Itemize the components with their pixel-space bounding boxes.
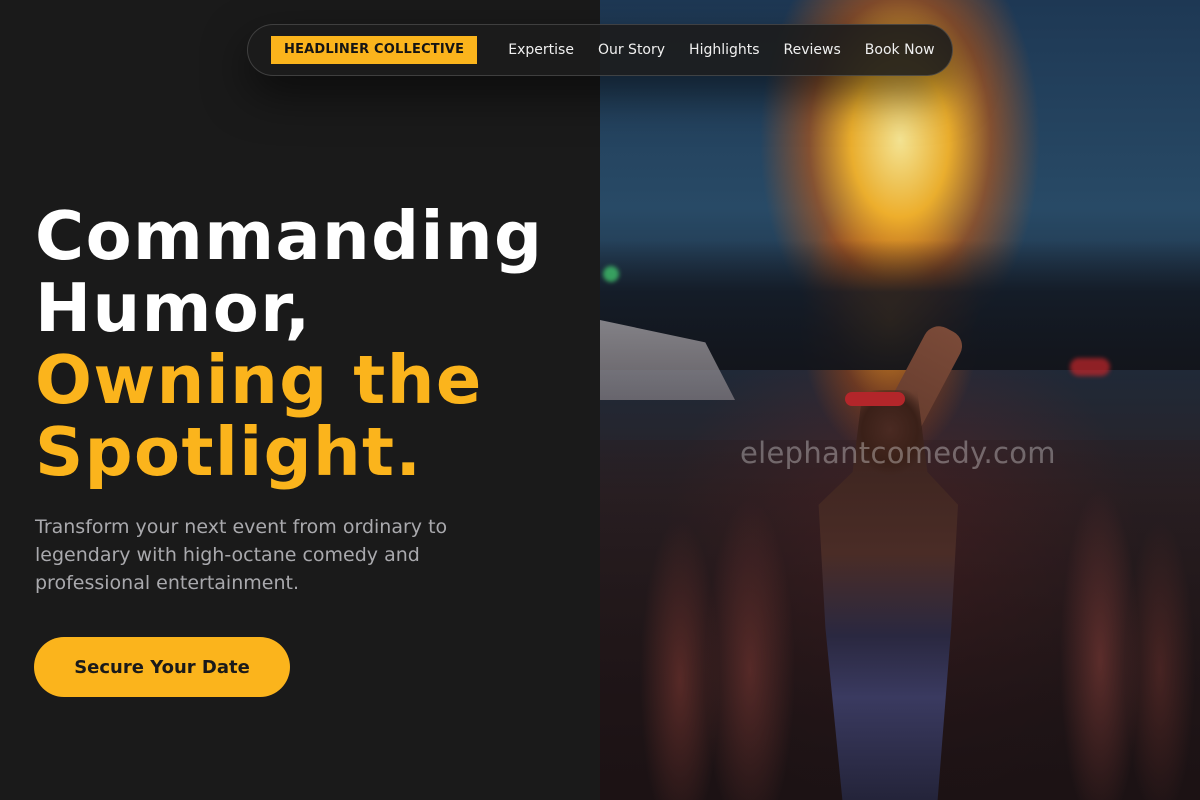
nav-links: Expertise Our Story Highlights Reviews B… [496, 42, 946, 58]
photo-green-light [603, 266, 619, 282]
photo-red-light [1070, 358, 1110, 376]
headline-line-4: Spotlight. [35, 413, 423, 491]
image-watermark: elephantcomedy.com [740, 436, 1056, 470]
headline-line-1: Commanding [35, 197, 544, 275]
nav-link-our-story[interactable]: Our Story [598, 42, 665, 58]
secure-your-date-button[interactable]: Secure Your Date [34, 637, 290, 697]
hero-subtext: Transform your next event from ordinary … [35, 516, 448, 594]
nav-link-reviews[interactable]: Reviews [784, 42, 841, 58]
nav-link-expertise[interactable]: Expertise [508, 42, 574, 58]
fire-breather-photo [600, 0, 1200, 800]
nav-link-highlights[interactable]: Highlights [689, 42, 760, 58]
hero-headline: Commanding Humor, Owning the Spotlight. [35, 200, 543, 488]
brand-logo[interactable]: HEADLINER COLLECTIVE [271, 36, 478, 64]
top-navigation: HEADLINER COLLECTIVE Expertise Our Story… [247, 24, 953, 76]
nav-link-book-now[interactable]: Book Now [865, 42, 935, 58]
headline-line-2: Humor, [35, 269, 312, 347]
headline-line-3: Owning the [35, 341, 483, 419]
photo-bandana [845, 392, 905, 406]
